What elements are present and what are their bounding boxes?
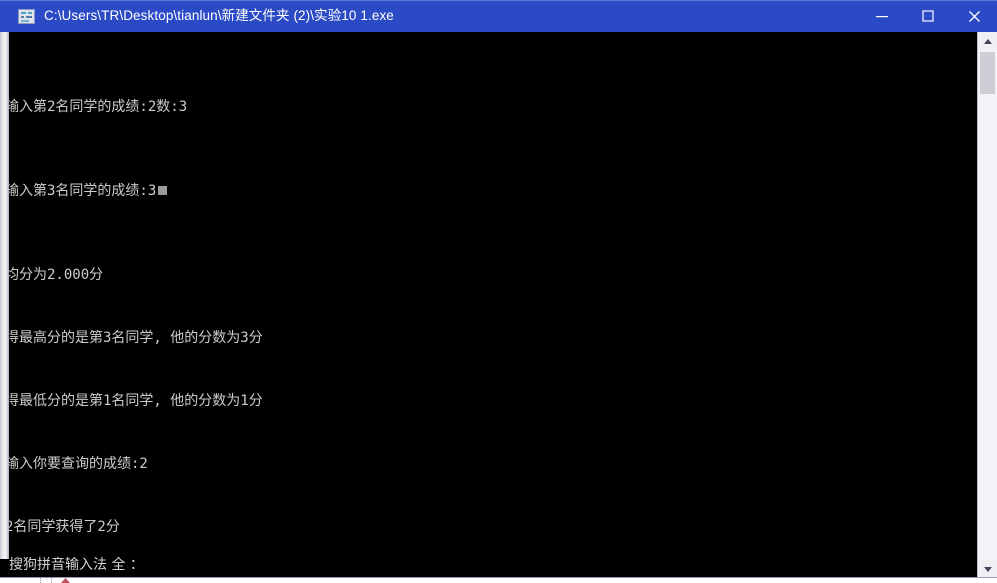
- minimize-button[interactable]: [859, 0, 905, 32]
- console-line: 请输入第3名同学的成绩:3: [0, 181, 997, 202]
- maximize-icon: [922, 10, 934, 22]
- window-titlebar[interactable]: C:\Users\TR\Desktop\tianlun\新建文件夹 (2)\实验…: [0, 0, 997, 32]
- maximize-button[interactable]: [905, 0, 951, 32]
- close-button[interactable]: [951, 0, 997, 32]
- console-line: 请输入你要查询的成绩:2: [0, 456, 148, 472]
- console-output-area[interactable]: 请输入第2名同学的成绩:2数:3 请输入第3名同学的成绩:3 平均分为2.000…: [0, 32, 997, 578]
- console-text: 请输入第2名同学的成绩:2数:3 请输入第3名同学的成绩:3 平均分为2.000…: [0, 32, 997, 578]
- ime-label: 搜狗拼音输入法 全 ：: [9, 557, 144, 573]
- window-controls: [859, 0, 997, 32]
- scrollbar-track[interactable]: [978, 50, 997, 560]
- ime-status-bar[interactable]: 搜狗拼音输入法 全 ：: [9, 550, 977, 578]
- scroll-up-arrow-icon: [983, 38, 992, 44]
- desktop-root: C:\Users\TR\Desktop\tianlun\新建文件夹 (2)\实验…: [0, 0, 997, 583]
- console-line: 请输入第2名同学的成绩:2数:3: [0, 99, 188, 115]
- console-line: 第2名同学获得了2分: [0, 519, 120, 535]
- minimize-icon: [876, 16, 888, 18]
- desktop-bottom-strip: [0, 578, 997, 583]
- scroll-down-button[interactable]: [978, 560, 997, 578]
- scroll-down-arrow-icon: [983, 566, 992, 572]
- console-line-text: 请输入第3名同学的成绩:3: [0, 183, 157, 199]
- console-line: 平均分为2.000分: [0, 267, 104, 283]
- taskbar-dotted-marker: [40, 578, 52, 583]
- console-cursor: [158, 186, 168, 195]
- close-icon: [968, 10, 980, 22]
- console-line: 获得最高分的是第3名同学, 他的分数为3分: [0, 330, 263, 346]
- window-title: C:\Users\TR\Desktop\tianlun\新建文件夹 (2)\实验…: [44, 8, 394, 23]
- console-window: C:\Users\TR\Desktop\tianlun\新建文件夹 (2)\实验…: [0, 0, 997, 578]
- window-left-edge: [0, 32, 9, 559]
- scroll-up-button[interactable]: [978, 32, 997, 50]
- console-line: 获得最低分的是第1名同学, 他的分数为1分: [0, 393, 263, 409]
- vertical-scrollbar[interactable]: [977, 32, 997, 578]
- console-window-icon: [18, 8, 35, 24]
- scrollbar-thumb[interactable]: [980, 52, 995, 94]
